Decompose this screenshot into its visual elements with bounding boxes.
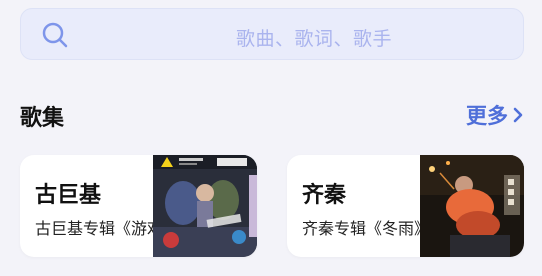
album-artist: 齐秦 xyxy=(302,183,347,208)
album-desc: 齐秦专辑《冬雨》 xyxy=(302,219,431,238)
album-artist: 古巨基 xyxy=(35,183,102,208)
search-icon xyxy=(42,22,68,48)
section-title: 歌集 xyxy=(20,106,65,131)
album-card[interactable]: 古巨基 古巨基专辑《游戏基》 xyxy=(20,155,257,257)
more-button[interactable]: 更多 xyxy=(466,100,524,130)
album-cover xyxy=(153,155,257,257)
search-bar[interactable]: 歌曲、歌词、歌手 xyxy=(20,8,524,60)
chevron-right-icon xyxy=(513,107,523,123)
album-cover xyxy=(420,155,524,257)
more-label: 更多 xyxy=(466,104,508,128)
album-card[interactable]: 齐秦 齐秦专辑《冬雨》 xyxy=(287,155,524,257)
search-placeholder: 歌曲、歌词、歌手 xyxy=(236,28,393,50)
